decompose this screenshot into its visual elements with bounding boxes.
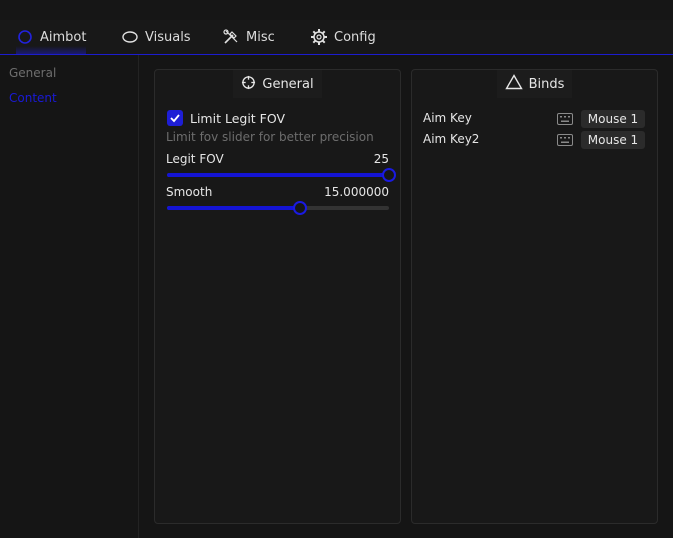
keyboard-icon	[557, 134, 573, 146]
tools-icon	[222, 28, 240, 46]
tab-label: Config	[334, 29, 376, 45]
tab-aimbot[interactable]: Aimbot	[16, 23, 87, 54]
panel-title: General	[233, 70, 322, 98]
panel-title-text: Binds	[528, 76, 565, 92]
aim-key2-label: Aim Key2	[423, 132, 480, 146]
main-content: General Limit Legit FOV Limit fov slider…	[139, 55, 673, 538]
smooth-slider[interactable]	[167, 201, 389, 215]
smooth-value: 15.000000	[324, 185, 389, 199]
slider-fill	[167, 206, 301, 210]
tab-bar: Aimbot Visuals Misc Config	[0, 20, 673, 55]
slider-fill	[167, 173, 389, 177]
limit-fov-hint: Limit fov slider for better precision	[166, 130, 374, 144]
panel-header: Binds	[412, 70, 657, 98]
active-tab-indicator	[16, 46, 87, 54]
limit-fov-label: Limit Legit FOV	[190, 111, 286, 126]
aim-key-bind-button[interactable]: Mouse 1	[581, 110, 645, 128]
aim-key-label: Aim Key	[423, 111, 472, 125]
panel-title-text: General	[262, 76, 314, 92]
gear-icon	[310, 28, 328, 46]
slider-handle[interactable]	[382, 168, 396, 182]
tab-visuals[interactable]: Visuals	[121, 23, 191, 51]
general-panel: General Limit Legit FOV Limit fov slider…	[154, 69, 401, 524]
sidebar-item-content[interactable]: Content	[9, 91, 57, 105]
sidebar: General Content	[0, 55, 139, 538]
sidebar-item-general[interactable]: General	[9, 66, 56, 80]
tab-label: Visuals	[145, 29, 191, 45]
panel-title: Binds	[496, 70, 573, 98]
aim-key2-bind-button[interactable]: Mouse 1	[581, 131, 645, 149]
smooth-label: Smooth	[166, 185, 213, 199]
tab-misc[interactable]: Misc	[222, 23, 275, 51]
slider-handle[interactable]	[293, 201, 308, 215]
limit-fov-checkbox[interactable]	[167, 110, 183, 126]
checkmark-icon	[170, 114, 180, 123]
crosshair-icon	[241, 75, 256, 94]
app-window: Aimbot Visuals Misc Config General Conte…	[0, 0, 673, 538]
triangle-icon	[504, 74, 523, 94]
tab-label: Misc	[246, 29, 275, 45]
keyboard-icon	[557, 113, 573, 125]
legit-fov-label: Legit FOV	[166, 152, 224, 166]
legit-fov-slider[interactable]	[167, 168, 396, 182]
panel-header: General	[155, 70, 400, 98]
legit-fov-value: 25	[373, 152, 389, 166]
binds-panel: Binds Aim Key Mouse 1 Aim Key2 Mouse 1	[411, 69, 658, 524]
crosshair-icon	[16, 28, 34, 46]
tab-label: Aimbot	[40, 29, 87, 45]
title-bar	[0, 0, 673, 20]
tab-config[interactable]: Config	[310, 23, 376, 51]
eye-icon	[121, 28, 139, 46]
